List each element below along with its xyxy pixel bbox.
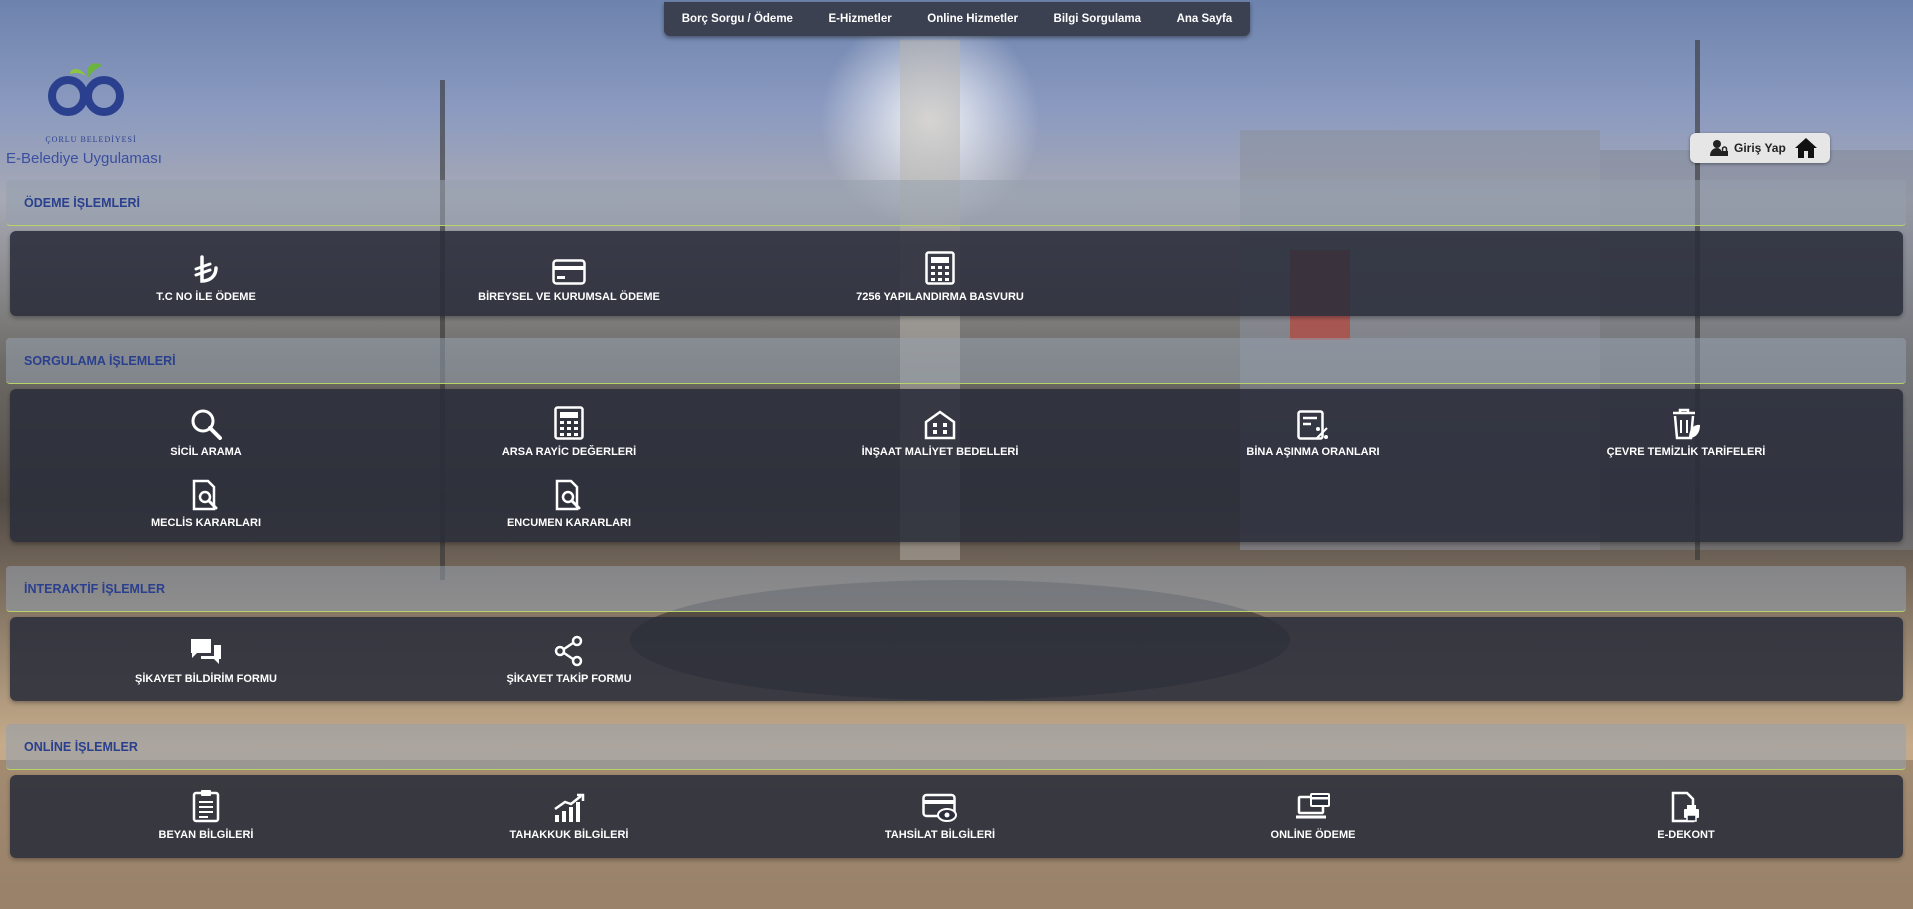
search-icon	[191, 409, 222, 440]
tile-bina-asinma-oranlari[interactable]: BİNA AŞINMA ORANLARI	[1193, 404, 1433, 460]
tile-bireysel-kurumsal-odeme[interactable]: BİREYSEL VE KURUMSAL ÖDEME	[449, 249, 689, 305]
nav-online-hizmetler[interactable]: Online Hizmetler	[927, 13, 1018, 25]
document-search-icon	[555, 479, 581, 511]
tile-beyan-bilgileri[interactable]: BEYAN BİLGİLERİ	[86, 787, 326, 843]
chart-up-icon	[554, 793, 585, 822]
tile-label: TAHAKKUK BİLGİLERİ	[509, 829, 629, 841]
svg-text:ÇORLU BELEDİYESİ: ÇORLU BELEDİYESİ	[45, 135, 136, 144]
app-title: E-Belediye Uygulaması	[6, 150, 162, 167]
calculator-icon	[554, 406, 584, 440]
tile-online-odeme[interactable]: ONLİNE ÖDEME	[1193, 787, 1433, 843]
tile-label: MECLİS KARARLARI	[151, 517, 261, 529]
building-icon	[924, 410, 956, 440]
laptop-card-icon	[1296, 793, 1330, 819]
tile-label: 7256 YAPILANDIRMA BASVURU	[856, 291, 1024, 303]
calculator-icon	[925, 251, 955, 285]
chat-icon	[191, 639, 221, 664]
tile-label: ENCUMEN KARARLARI	[506, 517, 632, 529]
tile-insaat-maliyet-bedelleri[interactable]: İNŞAAT MALİYET BEDELLERİ	[820, 404, 1060, 460]
tile-label: ÇEVRE TEMİZLİK TARİFELERİ	[1606, 446, 1766, 458]
tile-label: İNŞAAT MALİYET BEDELLERİ	[861, 446, 1019, 458]
section-header-sorgulama: SORGULAMA İŞLEMLERİ	[6, 338, 1906, 384]
clipboard-icon	[192, 790, 220, 823]
tile-encumen-kararlari[interactable]: ENCUMEN KARARLARI	[449, 475, 689, 531]
tile-yapilandirma-basvuru[interactable]: 7256 YAPILANDIRMA BASVURU	[820, 249, 1060, 305]
tile-meclis-kararlari[interactable]: MECLİS KARARLARI	[86, 475, 326, 531]
panel-sorgulama: SİCİL ARAMA ARSA RAYİC DEĞERLERİ İNŞAAT …	[10, 389, 1903, 542]
nav-borc-sorgu[interactable]: Borç Sorgu / Ödeme	[682, 13, 793, 25]
tile-e-dekont[interactable]: E-DEKONT	[1566, 787, 1806, 843]
nav-bilgi-sorgulama[interactable]: Bilgi Sorgulama	[1054, 13, 1142, 25]
tile-label: ARSA RAYİC DEĞERLERİ	[501, 446, 637, 458]
tile-tahakkuk-bilgileri[interactable]: TAHAKKUK BİLGİLERİ	[449, 787, 689, 843]
tile-sikayet-takip-formu[interactable]: ŞİKAYET TAKİP FORMU	[449, 631, 689, 687]
tile-tc-no-ile-odeme[interactable]: T.C NO İLE ÖDEME	[86, 249, 326, 305]
tile-label: ŞİKAYET TAKİP FORMU	[506, 673, 632, 685]
lira-icon	[194, 255, 218, 283]
home-icon[interactable]	[1794, 137, 1818, 159]
tile-tahsilat-bilgileri[interactable]: TAHSİLAT BİLGİLERİ	[820, 787, 1060, 843]
nav-e-hizmetler[interactable]: E-Hizmetler	[828, 13, 891, 25]
login-label: Giriş Yap	[1734, 141, 1786, 155]
panel-online: BEYAN BİLGİLERİ TAHAKKUK BİLGİLERİ TAHSİ…	[10, 775, 1903, 858]
tile-label: TAHSİLAT BİLGİLERİ	[884, 829, 996, 841]
credit-card-icon	[552, 259, 586, 285]
tile-label: ŞİKAYET BİLDİRİM FORMU	[135, 673, 277, 685]
top-nav: Borç Sorgu / Ödeme E-Hizmetler Online Hi…	[664, 2, 1250, 36]
tile-label: SİCİL ARAMA	[170, 446, 242, 458]
panel-odeme: T.C NO İLE ÖDEME BİREYSEL VE KURUMSAL ÖD…	[10, 231, 1903, 316]
user-lock-icon	[1710, 140, 1728, 156]
tile-cevre-temizlik-tarifeleri[interactable]: ÇEVRE TEMİZLİK TARİFELERİ	[1566, 404, 1806, 460]
municipality-logo[interactable]: ÇORLU BELEDİYESİ	[36, 58, 146, 148]
tile-label: BEYAN BİLGİLERİ	[158, 829, 254, 841]
logo-icon: ÇORLU BELEDİYESİ	[45, 63, 136, 144]
percent-document-icon	[1297, 410, 1328, 440]
document-print-icon	[1671, 791, 1699, 823]
tile-label: E-DEKONT	[1657, 829, 1715, 841]
tile-sikayet-bildirim-formu[interactable]: ŞİKAYET BİLDİRİM FORMU	[86, 631, 326, 687]
share-icon	[554, 635, 583, 667]
tile-label: T.C NO İLE ÖDEME	[156, 291, 256, 303]
tile-label: ONLİNE ÖDEME	[1270, 829, 1356, 841]
tile-arsa-rayic-degerleri[interactable]: ARSA RAYİC DEĞERLERİ	[449, 404, 689, 460]
login-button[interactable]: Giriş Yap	[1690, 133, 1830, 163]
panel-interaktif: ŞİKAYET BİLDİRİM FORMU ŞİKAYET TAKİP FOR…	[10, 617, 1903, 701]
section-header-odeme: ÖDEME İŞLEMLERİ	[6, 180, 1906, 226]
card-eye-icon	[922, 793, 957, 822]
document-search-icon	[192, 479, 218, 511]
trash-leaf-icon	[1673, 408, 1700, 440]
tile-label: BİREYSEL VE KURUMSAL ÖDEME	[478, 291, 660, 303]
tile-sicil-arama[interactable]: SİCİL ARAMA	[86, 404, 326, 460]
section-header-interaktif: İNTERAKTİF İŞLEMLER	[6, 566, 1906, 612]
section-header-online: ONLİNE İŞLEMLER	[6, 724, 1906, 770]
tile-label: BİNA AŞINMA ORANLARI	[1246, 446, 1380, 458]
nav-ana-sayfa[interactable]: Ana Sayfa	[1177, 13, 1233, 25]
